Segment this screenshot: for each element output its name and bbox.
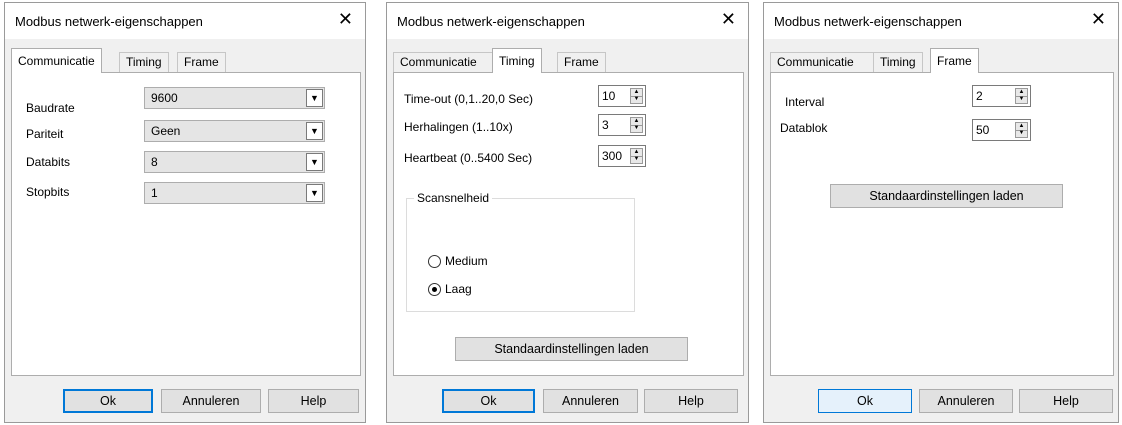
dialog-title: Modbus netwerk-eigenschappen bbox=[774, 14, 962, 29]
databits-label: Databits bbox=[26, 155, 71, 169]
load-defaults-button[interactable]: Standaardinstellingen laden bbox=[830, 184, 1063, 208]
tab-timing[interactable]: Timing bbox=[492, 48, 542, 73]
tab-frame[interactable]: Frame bbox=[177, 52, 226, 72]
tab-panel: Time-out (0,1..20,0 Sec) 10 ▲ ▼ Herhaling… bbox=[393, 72, 744, 376]
medium-radio[interactable] bbox=[428, 255, 441, 268]
datablok-label: Datablok bbox=[780, 121, 828, 135]
laag-label: Laag bbox=[445, 282, 472, 296]
scansnelheid-label: Scansnelheid bbox=[414, 191, 493, 205]
tab-panel: Baudrate 9600 ▼ Pariteit Geen ▼ Databits… bbox=[11, 72, 361, 376]
pariteit-select[interactable]: Geen ▼ bbox=[144, 120, 325, 142]
tab-communicatie[interactable]: Communicatie bbox=[11, 48, 102, 73]
databits-value: 8 bbox=[151, 155, 158, 169]
tab-timing[interactable]: Timing bbox=[873, 52, 923, 72]
title-bar: Modbus netwerk-eigenschappen ✕ bbox=[5, 3, 365, 39]
chevron-down-icon[interactable]: ▼ bbox=[306, 153, 323, 171]
dialog-frame: Modbus netwerk-eigenschappen ✕ Communica… bbox=[763, 2, 1119, 423]
herhalingen-value: 3 bbox=[602, 118, 609, 132]
medium-label: Medium bbox=[445, 254, 488, 268]
ok-button[interactable]: Ok bbox=[63, 389, 153, 413]
cancel-button[interactable]: Annuleren bbox=[919, 389, 1013, 413]
timeout-label: Time-out (0,1..20,0 Sec) bbox=[404, 92, 533, 106]
dialog-title: Modbus netwerk-eigenschappen bbox=[15, 14, 203, 29]
cancel-button[interactable]: Annuleren bbox=[161, 389, 261, 413]
help-button[interactable]: Help bbox=[644, 389, 738, 413]
herhalingen-label: Herhalingen (1..10x) bbox=[404, 120, 513, 134]
stopbits-value: 1 bbox=[151, 186, 158, 200]
dialog-communicatie: Modbus netwerk-eigenschappen ✕ Communica… bbox=[4, 2, 366, 423]
help-button[interactable]: Help bbox=[268, 389, 359, 413]
timeout-stepper[interactable]: 10 ▲ ▼ bbox=[598, 85, 646, 107]
tab-panel: Interval 2 ▲ ▼ Datablok 50 ▲ ▼ Standaardin… bbox=[770, 72, 1114, 376]
stopbits-select[interactable]: 1 ▼ bbox=[144, 182, 325, 204]
baudrate-label: Baudrate bbox=[26, 101, 75, 115]
herhalingen-stepper[interactable]: 3 ▲ ▼ bbox=[598, 114, 646, 136]
close-icon[interactable]: ✕ bbox=[721, 9, 736, 30]
stopbits-label: Stopbits bbox=[26, 185, 70, 199]
heartbeat-stepper[interactable]: 300 ▲ ▼ bbox=[598, 145, 646, 167]
close-icon[interactable]: ✕ bbox=[1091, 9, 1106, 30]
title-bar: Modbus netwerk-eigenschappen ✕ bbox=[387, 3, 748, 39]
baudrate-select[interactable]: 9600 ▼ bbox=[144, 87, 325, 109]
spinner-arrows-icon[interactable]: ▲ ▼ bbox=[630, 88, 643, 104]
interval-stepper[interactable]: 2 ▲ ▼ bbox=[972, 85, 1031, 107]
chevron-down-icon[interactable]: ▼ bbox=[306, 184, 323, 202]
baudrate-value: 9600 bbox=[151, 91, 178, 105]
spinner-arrows-icon[interactable]: ▲ ▼ bbox=[630, 117, 643, 133]
tab-communicatie[interactable]: Communicatie bbox=[770, 52, 874, 72]
spinner-arrows-icon[interactable]: ▲ ▼ bbox=[1015, 88, 1028, 104]
datablok-value: 50 bbox=[976, 123, 990, 137]
databits-select[interactable]: 8 ▼ bbox=[144, 151, 325, 173]
laag-radio[interactable] bbox=[428, 283, 441, 296]
interval-label: Interval bbox=[785, 95, 825, 109]
pariteit-value: Geen bbox=[151, 124, 181, 138]
chevron-down-icon[interactable]: ▼ bbox=[306, 89, 323, 107]
pariteit-label: Pariteit bbox=[26, 127, 64, 141]
heartbeat-label: Heartbeat (0..5400 Sec) bbox=[404, 151, 533, 165]
datablok-stepper[interactable]: 50 ▲ ▼ bbox=[972, 119, 1031, 141]
tab-communicatie[interactable]: Communicatie bbox=[393, 52, 493, 72]
dialog-timing: Modbus netwerk-eigenschappen ✕ Communica… bbox=[386, 2, 749, 423]
interval-value: 2 bbox=[976, 89, 983, 103]
heartbeat-value: 300 bbox=[602, 149, 623, 163]
chevron-down-icon[interactable]: ▼ bbox=[306, 122, 323, 140]
timeout-value: 10 bbox=[602, 89, 616, 103]
dialog-title: Modbus netwerk-eigenschappen bbox=[397, 14, 585, 29]
ok-button[interactable]: Ok bbox=[442, 389, 535, 413]
spinner-arrows-icon[interactable]: ▲ ▼ bbox=[1015, 122, 1028, 138]
spinner-arrows-icon[interactable]: ▲ ▼ bbox=[630, 148, 643, 164]
close-icon[interactable]: ✕ bbox=[338, 9, 353, 30]
tab-frame[interactable]: Frame bbox=[557, 52, 606, 72]
tab-timing[interactable]: Timing bbox=[119, 52, 169, 72]
cancel-button[interactable]: Annuleren bbox=[543, 389, 638, 413]
scansnelheid-group: Scansnelheid Medium Laag bbox=[406, 191, 635, 312]
load-defaults-button[interactable]: Standaardinstellingen laden bbox=[455, 337, 688, 361]
tab-frame[interactable]: Frame bbox=[930, 48, 979, 73]
help-button[interactable]: Help bbox=[1019, 389, 1113, 413]
title-bar: Modbus netwerk-eigenschappen ✕ bbox=[764, 3, 1118, 39]
ok-button[interactable]: Ok bbox=[818, 389, 912, 413]
